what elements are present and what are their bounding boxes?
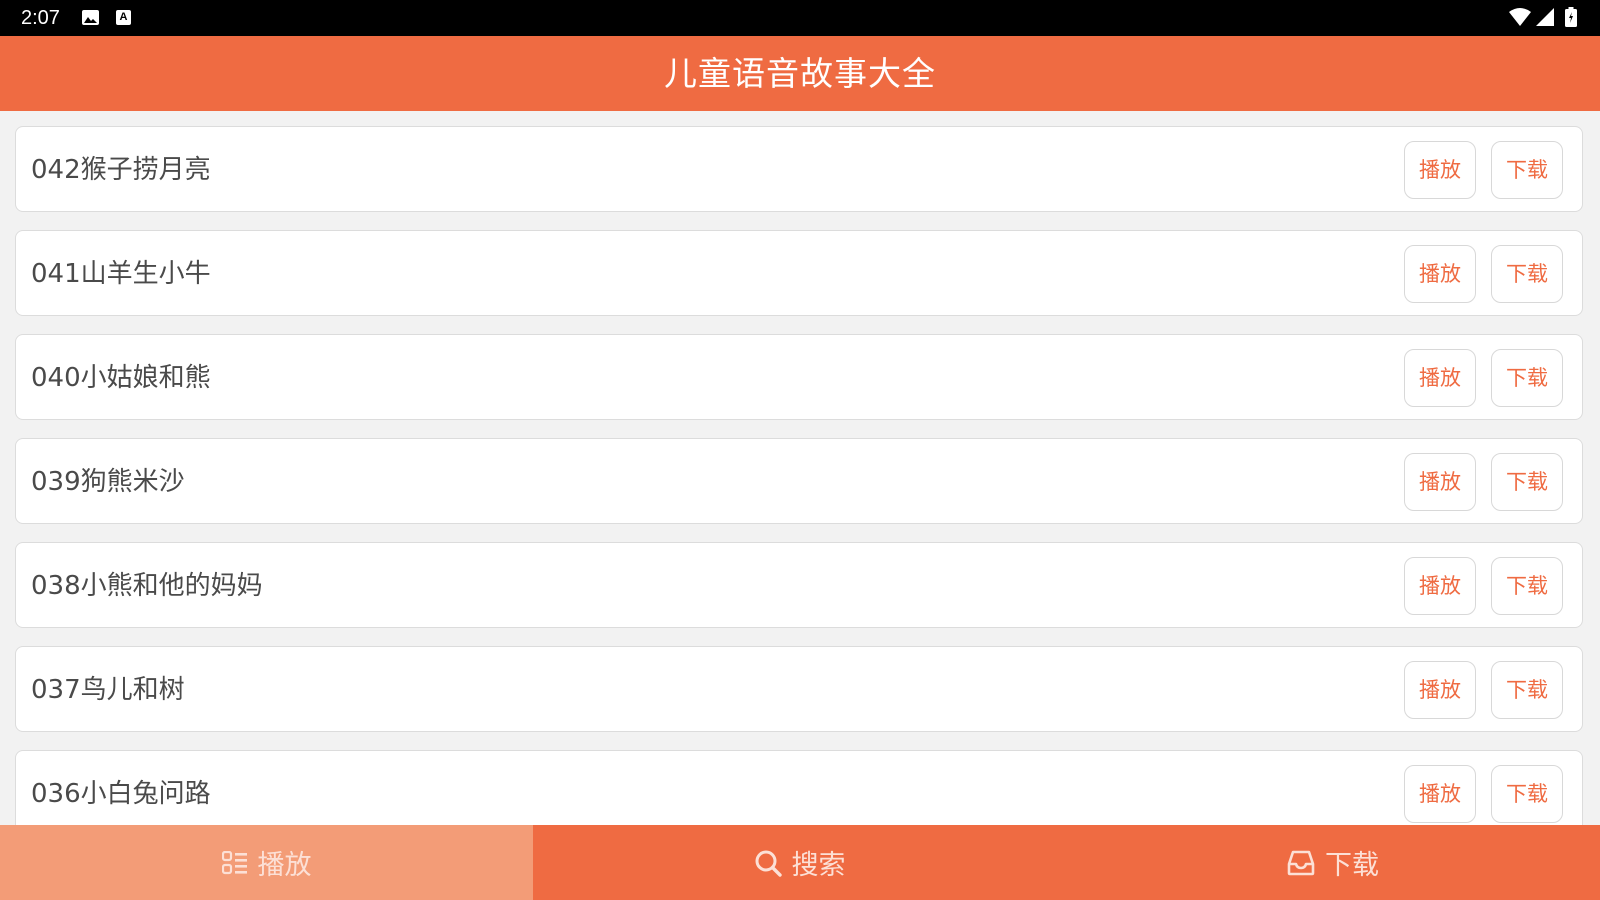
bottom-nav: 播放 搜索 下载 bbox=[0, 825, 1600, 900]
play-button[interactable]: 播放 bbox=[1404, 245, 1476, 303]
play-button[interactable]: 播放 bbox=[1404, 557, 1476, 615]
status-bar: 2:07 A bbox=[0, 0, 1600, 36]
tab-play-label: 播放 bbox=[257, 850, 312, 881]
tab-download[interactable]: 下载 bbox=[1066, 825, 1600, 900]
app-header: 儿童语音故事大全 bbox=[0, 36, 1600, 111]
play-button[interactable]: 播放 bbox=[1404, 661, 1476, 719]
story-title: 038小熊和他的妈妈 bbox=[31, 571, 263, 601]
tab-search-label: 搜索 bbox=[791, 850, 846, 881]
play-button[interactable]: 播放 bbox=[1404, 349, 1476, 407]
story-title: 041山羊生小牛 bbox=[31, 259, 211, 289]
download-button[interactable]: 下载 bbox=[1491, 661, 1563, 719]
tab-download-label: 下载 bbox=[1325, 850, 1379, 881]
story-list[interactable]: 042猴子捞月亮 播放 下载 041山羊生小牛 播放 下载 040小姑娘和熊 播… bbox=[15, 126, 1585, 825]
battery-icon bbox=[1565, 7, 1577, 31]
list-item[interactable]: 036小白兔问路 播放 下载 bbox=[15, 750, 1583, 825]
list-item[interactable]: 040小姑娘和熊 播放 下载 bbox=[15, 334, 1583, 420]
list-icon bbox=[221, 850, 248, 875]
play-button[interactable]: 播放 bbox=[1404, 453, 1476, 511]
list-item[interactable]: 039狗熊米沙 播放 下载 bbox=[15, 438, 1583, 524]
download-button[interactable]: 下载 bbox=[1491, 245, 1563, 303]
download-button[interactable]: 下载 bbox=[1491, 765, 1563, 823]
play-button[interactable]: 播放 bbox=[1404, 765, 1476, 823]
story-title: 037鸟儿和树 bbox=[31, 675, 185, 705]
download-button[interactable]: 下载 bbox=[1491, 557, 1563, 615]
story-title: 036小白兔问路 bbox=[31, 779, 211, 809]
signal-icon bbox=[1536, 8, 1554, 30]
list-item[interactable]: 042猴子捞月亮 播放 下载 bbox=[15, 126, 1583, 212]
list-item[interactable]: 041山羊生小牛 播放 下载 bbox=[15, 230, 1583, 316]
tab-play[interactable]: 播放 bbox=[0, 825, 533, 900]
wifi-icon bbox=[1509, 8, 1531, 30]
list-item[interactable]: 038小熊和他的妈妈 播放 下载 bbox=[15, 542, 1583, 628]
search-icon bbox=[754, 849, 782, 877]
page-title: 儿童语音故事大全 bbox=[664, 54, 936, 93]
inbox-icon bbox=[1287, 850, 1315, 876]
download-button[interactable]: 下载 bbox=[1491, 453, 1563, 511]
story-title: 040小姑娘和熊 bbox=[31, 363, 211, 393]
play-button[interactable]: 播放 bbox=[1404, 141, 1476, 199]
story-title: 039狗熊米沙 bbox=[31, 467, 185, 497]
download-button[interactable]: 下载 bbox=[1491, 349, 1563, 407]
status-time: 2:07 bbox=[21, 7, 60, 29]
image-icon bbox=[82, 10, 99, 25]
download-button[interactable]: 下载 bbox=[1491, 141, 1563, 199]
tab-search[interactable]: 搜索 bbox=[533, 825, 1066, 900]
list-item[interactable]: 037鸟儿和树 播放 下载 bbox=[15, 646, 1583, 732]
a-icon: A bbox=[116, 10, 131, 25]
story-title: 042猴子捞月亮 bbox=[31, 155, 211, 185]
